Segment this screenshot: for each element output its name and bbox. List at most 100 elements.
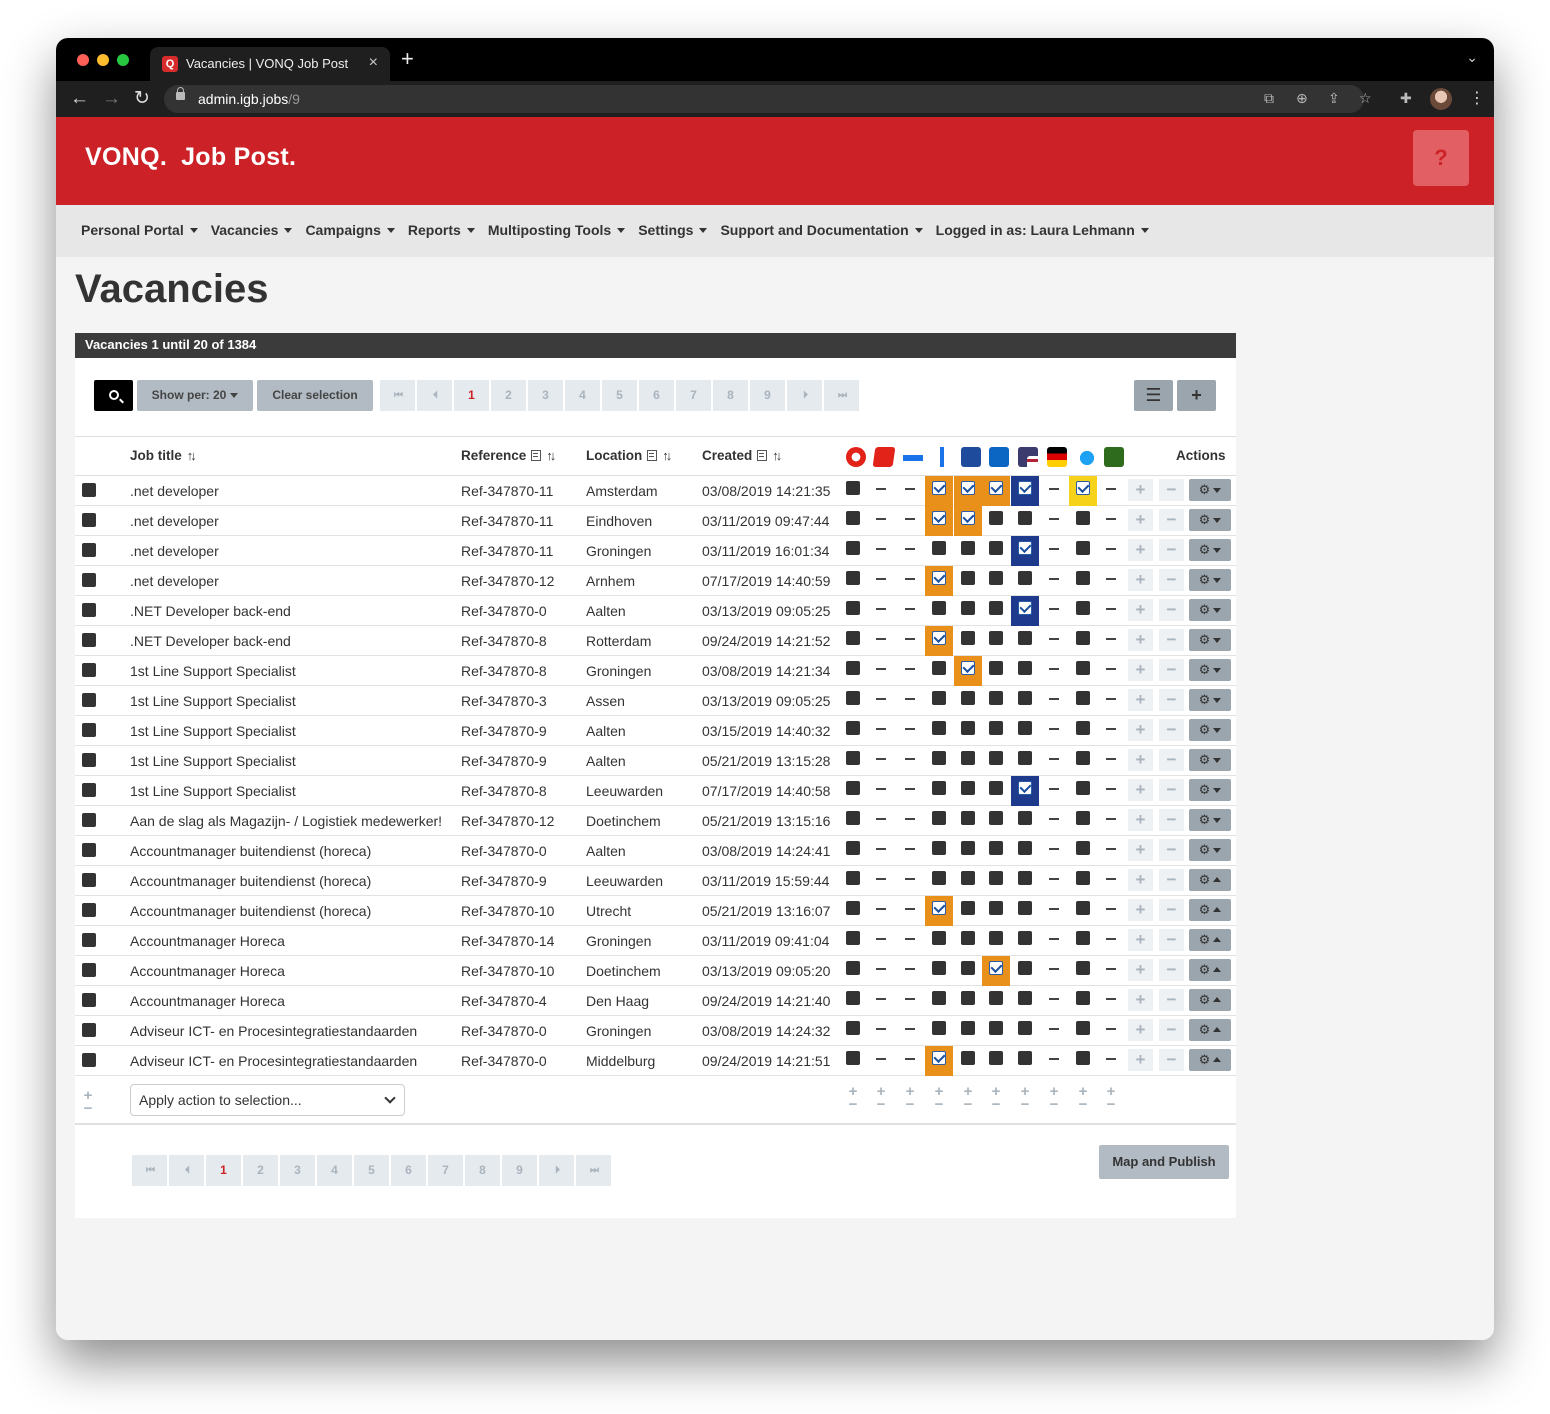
portal-publish-checkbox[interactable]: [925, 686, 953, 716]
row-actions-button[interactable]: ⚙: [1189, 959, 1231, 981]
collapse-row-button[interactable]: −: [1159, 629, 1184, 651]
search-button[interactable]: [94, 380, 133, 411]
sort-icon[interactable]: ↑↓: [187, 448, 197, 463]
add-vacancy-button[interactable]: +: [1177, 380, 1216, 411]
portal-publish-checkbox[interactable]: [1011, 986, 1039, 1016]
portal-publish-checkbox[interactable]: [982, 716, 1010, 746]
menu-item-4[interactable]: Multiposting Tools: [488, 222, 625, 238]
portal-publish-checkbox[interactable]: [954, 656, 982, 686]
page-9-button[interactable]: 9: [502, 1155, 537, 1186]
collapse-row-button[interactable]: −: [1159, 749, 1184, 771]
row-select-checkbox[interactable]: [82, 873, 96, 887]
row-select-checkbox[interactable]: [82, 1023, 96, 1037]
row-select-checkbox[interactable]: [82, 843, 96, 857]
portal-publish-checkbox[interactable]: [1011, 1046, 1039, 1076]
map-and-publish-button[interactable]: Map and Publish: [1099, 1145, 1229, 1179]
portal-publish-checkbox[interactable]: [925, 476, 953, 506]
portal-publish-checkbox[interactable]: [1069, 866, 1097, 896]
prev-page-icon[interactable]: ⏴: [169, 1155, 204, 1186]
portal-publish-checkbox[interactable]: [1011, 716, 1039, 746]
menu-item-2[interactable]: Campaigns: [305, 222, 394, 238]
app-logo[interactable]: VONQ. Job Post.: [85, 143, 296, 172]
portal-publish-checkbox[interactable]: [954, 626, 982, 656]
portal-publish-checkbox[interactable]: [1011, 836, 1039, 866]
portal-publish-checkbox[interactable]: [954, 776, 982, 806]
collapse-row-button[interactable]: −: [1159, 1049, 1184, 1071]
sort-icon[interactable]: ↑↓: [772, 448, 782, 463]
portal-publish-checkbox[interactable]: [1069, 536, 1097, 566]
portal-publish-checkbox[interactable]: [925, 1016, 953, 1046]
portal-publish-checkbox[interactable]: [839, 866, 867, 896]
portal-publish-checkbox[interactable]: [1011, 866, 1039, 896]
row-select-checkbox[interactable]: [82, 573, 96, 587]
portal-publish-checkbox[interactable]: [1011, 686, 1039, 716]
row-actions-button[interactable]: ⚙: [1189, 899, 1231, 921]
portal-publish-checkbox[interactable]: [925, 986, 953, 1016]
row-select-checkbox[interactable]: [82, 693, 96, 707]
page-2-button[interactable]: 2: [491, 380, 526, 411]
expand-row-button[interactable]: +: [1128, 1049, 1153, 1071]
row-actions-button[interactable]: ⚙: [1189, 1019, 1231, 1041]
reload-icon[interactable]: ↻: [134, 87, 150, 111]
portal-publish-checkbox[interactable]: [839, 776, 867, 806]
portal-publish-checkbox[interactable]: [839, 956, 867, 986]
portal-publish-checkbox[interactable]: [1069, 1046, 1097, 1076]
expand-all-icon[interactable]: + −: [82, 1088, 94, 1116]
clear-selection-button[interactable]: Clear selection: [257, 380, 373, 411]
portal-publish-checkbox[interactable]: [925, 596, 953, 626]
row-select-checkbox[interactable]: [82, 603, 96, 617]
portal-publish-checkbox[interactable]: [1011, 956, 1039, 986]
portal-publish-checkbox[interactable]: [954, 596, 982, 626]
page-6-button[interactable]: 6: [391, 1155, 426, 1186]
portal-publish-checkbox[interactable]: [1069, 626, 1097, 656]
portal-publish-checkbox[interactable]: [1011, 536, 1039, 566]
job-title[interactable]: .NET Developer back-end: [130, 633, 291, 649]
prev-page-icon[interactable]: ⏴: [417, 380, 452, 411]
portal-publish-checkbox[interactable]: [982, 956, 1010, 986]
portal-publish-checkbox[interactable]: [1011, 806, 1039, 836]
help-button[interactable]: ?: [1413, 130, 1469, 186]
collapse-row-button[interactable]: −: [1159, 869, 1184, 891]
job-title[interactable]: .net developer: [130, 543, 219, 559]
portal-publish-checkbox[interactable]: [954, 836, 982, 866]
portal-publish-checkbox[interactable]: [839, 1046, 867, 1076]
portal-publish-checkbox[interactable]: [925, 536, 953, 566]
expand-row-button[interactable]: +: [1128, 689, 1153, 711]
menu-item-0[interactable]: Personal Portal: [81, 222, 198, 238]
first-page-icon[interactable]: ⏮: [132, 1155, 167, 1186]
portal-publish-checkbox[interactable]: [954, 1046, 982, 1076]
portal-publish-checkbox[interactable]: [954, 926, 982, 956]
maximize-window-button[interactable]: [117, 54, 129, 66]
column-toggle-all-icon[interactable]: + −: [904, 1084, 916, 1112]
page-3-button[interactable]: 3: [528, 380, 563, 411]
portal-publish-checkbox[interactable]: [839, 686, 867, 716]
job-title[interactable]: .net developer: [130, 483, 219, 499]
collapse-row-button[interactable]: −: [1159, 839, 1184, 861]
portal-publish-checkbox[interactable]: [839, 596, 867, 626]
collapse-row-button[interactable]: −: [1159, 959, 1184, 981]
portal-publish-checkbox[interactable]: [839, 716, 867, 746]
job-title[interactable]: 1st Line Support Specialist: [130, 753, 296, 769]
show-per-dropdown[interactable]: Show per: 20: [137, 380, 253, 411]
collapse-row-button[interactable]: −: [1159, 1019, 1184, 1041]
portal-publish-checkbox[interactable]: [1069, 806, 1097, 836]
portal-publish-checkbox[interactable]: [839, 536, 867, 566]
expand-row-button[interactable]: +: [1128, 929, 1153, 951]
job-title[interactable]: Accountmanager buitendienst (horeca): [130, 873, 371, 889]
expand-row-button[interactable]: +: [1128, 719, 1153, 741]
portal-publish-checkbox[interactable]: [1069, 596, 1097, 626]
portal-publish-checkbox[interactable]: [954, 956, 982, 986]
page-1-button[interactable]: 1: [206, 1155, 241, 1186]
expand-row-button[interactable]: +: [1128, 809, 1153, 831]
collapse-row-button[interactable]: −: [1159, 779, 1184, 801]
col-job-title[interactable]: Job title ↑↓: [130, 448, 197, 463]
expand-row-button[interactable]: +: [1128, 869, 1153, 891]
portal-publish-checkbox[interactable]: [1069, 476, 1097, 506]
tab-search-icon[interactable]: ⌄: [1466, 49, 1478, 66]
row-select-checkbox[interactable]: [82, 993, 96, 1007]
new-tab-icon[interactable]: +: [401, 48, 414, 70]
portal-publish-checkbox[interactable]: [954, 1016, 982, 1046]
row-actions-button[interactable]: ⚙: [1189, 659, 1231, 681]
portal-publish-checkbox[interactable]: [954, 896, 982, 926]
collapse-row-button[interactable]: −: [1159, 509, 1184, 531]
